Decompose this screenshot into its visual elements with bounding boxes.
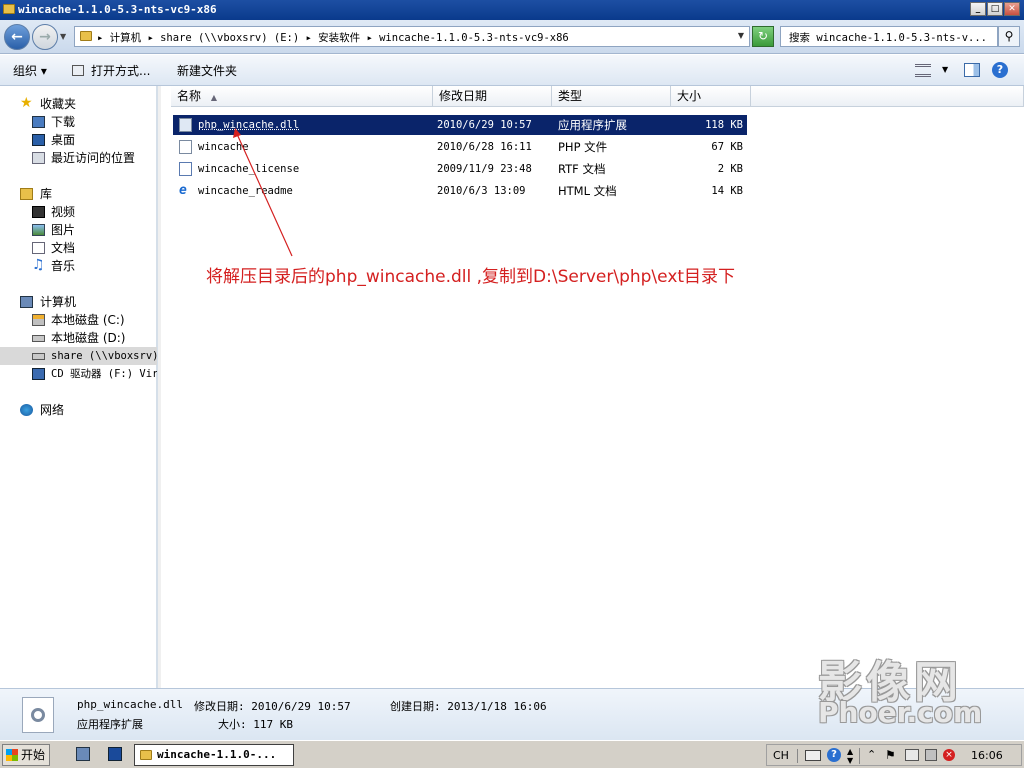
details-modified: 修改日期: 2010/6/29 10:57 — [194, 700, 351, 713]
divider — [859, 748, 860, 764]
taskbar: 开始 wincache-1.1.0-... CH ? ▲ ▼ ⌃ ⚑ × 16:0… — [0, 740, 1024, 768]
language-indicator[interactable]: CH — [773, 749, 789, 762]
start-label: 开始 — [21, 748, 46, 762]
start-button[interactable]: 开始 — [2, 744, 50, 766]
server-manager-icon[interactable] — [76, 747, 90, 761]
taskbar-item-explorer[interactable]: wincache-1.1.0-... — [134, 744, 294, 766]
taskbar-item-label: wincache-1.1.0-... — [157, 748, 277, 761]
windows-logo-icon — [6, 749, 18, 761]
expand-tray-icon[interactable]: ⌃ — [867, 748, 876, 761]
annotation-text: 将解压目录后的php_wincache.dll ,复制到D:\Server\ph… — [206, 267, 736, 287]
keyboard-icon[interactable] — [805, 750, 821, 761]
divider — [797, 749, 798, 763]
details-size: 大小: 117 KB — [218, 718, 293, 731]
network-status-icon[interactable] — [905, 749, 919, 761]
system-tray: CH ? ▲ ▼ ⌃ ⚑ × 16:06 — [766, 744, 1022, 766]
details-created: 创建日期: 2013/1/18 16:06 — [390, 700, 547, 713]
details-type: 应用程序扩展 — [77, 718, 143, 731]
powershell-icon[interactable] — [108, 747, 122, 761]
volume-muted-icon[interactable]: × — [943, 749, 955, 761]
scroll-arrows-icon[interactable]: ▲ ▼ — [847, 747, 853, 765]
details-filename: php_wincache.dll — [77, 698, 183, 711]
clock[interactable]: 16:06 — [971, 749, 1003, 762]
flag-icon[interactable]: ⚑ — [885, 748, 896, 762]
help-icon[interactable]: ? — [827, 748, 841, 762]
dll-file-large-icon — [22, 697, 54, 733]
watermark-line2: Phoer.com — [818, 696, 983, 729]
folder-icon — [140, 750, 152, 760]
clipboard-icon[interactable] — [925, 749, 937, 761]
